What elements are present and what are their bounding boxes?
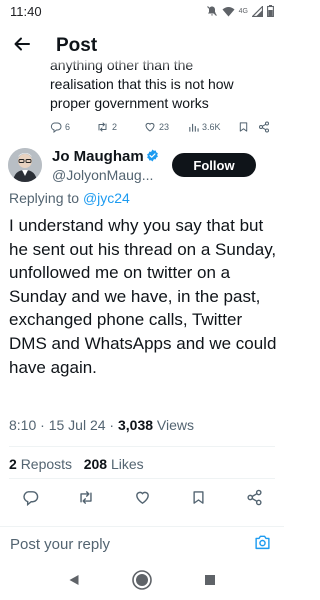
arrow-left-icon [13,35,31,58]
wifi-icon [222,6,235,17]
repost-icon [96,121,109,133]
post-text: I understand why you say that but he sen… [9,216,277,377]
nav-back-button[interactable] [62,570,86,594]
system-nav-bar [0,564,284,600]
parent-like-count: 23 [159,122,170,132]
circle-home-icon [131,569,153,596]
likes-count: 208 [83,456,108,472]
reply-input[interactable]: Post your reply [10,536,110,553]
post-views-count: 3,038 [117,417,154,433]
reply-button[interactable] [18,488,42,512]
bookmark-icon [238,121,249,133]
author-handle[interactable]: @JolyonMaug... [52,167,153,183]
meta-separator: · [109,417,115,433]
parent-reply-count: 6 [65,122,71,132]
repost-button[interactable] [74,488,98,512]
heart-icon [134,489,151,511]
parent-share-button[interactable] [258,121,270,133]
post-header: Jo Maugham @JolyonMaug... Follow [0,146,284,186]
reposts-label: Reposts [20,456,73,472]
parent-reply-button[interactable]: 6 [50,121,96,133]
camera-button[interactable] [250,533,274,557]
parent-view-count: 3.6K [202,122,221,132]
share-icon [246,489,263,511]
replying-to: Replying to @jyc24 [9,190,130,206]
post-stats: 2 Reposts 208 Likes [9,456,144,472]
reposts-stat-link[interactable]: 2 Reposts [9,456,76,472]
page-title: Post [56,35,98,56]
post-action-bar [0,488,284,512]
bookmark-button[interactable] [186,488,210,512]
scroll-fade [0,58,284,68]
likes-stat-link[interactable]: 208 Likes [84,456,144,472]
status-icons: 4G [206,5,274,17]
post-date[interactable]: 15 Jul 24 [49,417,106,433]
parent-post-line: proper government works [50,95,209,111]
signal-icon [252,5,263,17]
square-recents-icon [204,573,216,591]
author-name[interactable]: Jo Maugham [52,148,144,165]
heart-icon [144,121,156,133]
share-button[interactable] [242,488,266,512]
parent-repost-count: 2 [112,122,118,132]
triangle-back-icon [68,573,80,591]
share-icon [258,121,270,133]
follow-button[interactable]: Follow [172,153,256,177]
repost-icon [77,489,95,511]
parent-bookmark-button[interactable] [238,121,258,133]
meta-separator: · [40,417,45,433]
parent-post-line: realisation that this is not how [50,76,234,92]
replying-mention-link[interactable]: @jyc24 [83,190,130,206]
reply-composer: Post your reply [0,526,284,562]
parent-post-text[interactable]: anything other than the realisation that… [50,57,280,113]
likes-label: Likes [110,456,144,472]
status-bar: 11:40 4G [0,0,284,22]
divider [9,446,275,447]
nav-recents-button[interactable] [198,570,222,594]
parent-post-actions: 6 2 23 3.6K [50,118,280,136]
parent-repost-button[interactable]: 2 [96,121,144,133]
divider [9,478,275,479]
mute-icon [206,5,218,17]
battery-icon [267,5,274,17]
replying-prefix: Replying to [9,190,80,206]
status-time: 11:40 [10,3,42,19]
parent-like-button[interactable]: 23 [144,121,188,133]
reply-icon [50,121,62,133]
parent-views-button[interactable]: 3.6K [188,122,238,133]
network-label: 4G [238,7,248,15]
nav-home-button[interactable] [130,569,154,596]
analytics-icon [188,122,199,133]
reply-icon [22,489,39,511]
verified-badge-icon [146,149,159,167]
like-button[interactable] [130,488,154,512]
post-time[interactable]: 8:10 [9,417,36,433]
post-views-label: Views [156,417,195,433]
reposts-count: 2 [9,456,17,472]
avatar[interactable] [8,148,42,182]
bookmark-icon [191,489,206,511]
camera-icon [254,534,271,555]
post-meta: 8:10 · 15 Jul 24 · 3,038 Views [9,417,194,433]
